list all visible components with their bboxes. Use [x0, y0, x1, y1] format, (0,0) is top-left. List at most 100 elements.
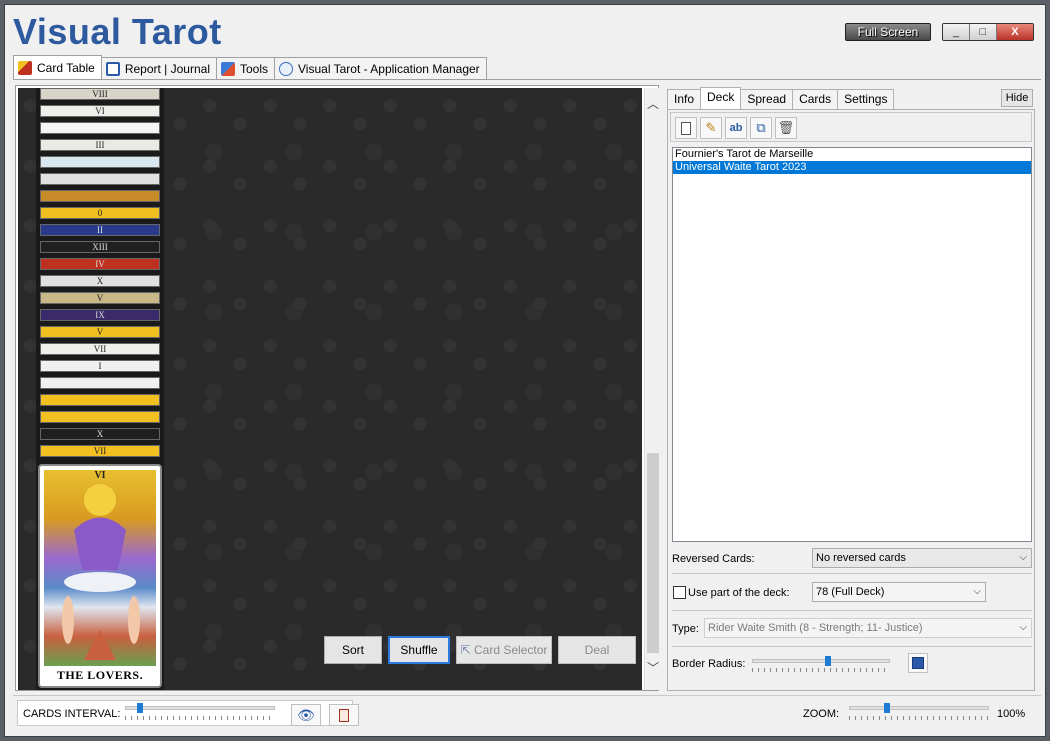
- slider-ticks: [752, 668, 890, 672]
- right-panel: Info Deck Spread Cards Settings Hide ✎ a…: [663, 83, 1041, 695]
- deck-item[interactable]: Fournier's Tarot de Marseille: [673, 148, 1031, 161]
- copy-deck-icon: ⧉: [756, 120, 766, 135]
- deck-card-strip[interactable]: VII: [40, 445, 160, 457]
- zoom-slider[interactable]: [849, 706, 989, 710]
- tab-label: Tools: [240, 61, 269, 76]
- divider: [672, 646, 1032, 647]
- tab-card-table[interactable]: Card Table: [13, 55, 102, 79]
- tab-label: Card Table: [37, 60, 95, 75]
- deck-card-strip[interactable]: [40, 394, 160, 406]
- deck-card-strip[interactable]: IX: [40, 309, 160, 321]
- card-caption: THE LOVERS.: [56, 668, 144, 682]
- cards-interval-thumb[interactable]: [137, 703, 143, 713]
- chevron-down-icon: ⌵: [1019, 552, 1027, 563]
- reversed-cards-select[interactable]: No reversed cards ⌵: [812, 548, 1032, 568]
- deck-card-strip[interactable]: X: [40, 275, 160, 287]
- card-table[interactable]: VII X I VII V IX V X IV XIII II 0 III VI VIII VI THE L…: [15, 85, 660, 691]
- use-part-checkbox[interactable]: [673, 586, 686, 599]
- minimize-button[interactable]: _: [943, 24, 970, 40]
- slider-ticks: [125, 716, 275, 720]
- scroll-thumb[interactable]: [647, 453, 659, 653]
- divider: [672, 610, 1032, 611]
- deck-part-select[interactable]: 78 (Full Deck) ⌵: [812, 582, 986, 602]
- shuffle-button[interactable]: Shuffle: [388, 636, 450, 664]
- tab-label: Report | Journal: [124, 61, 210, 76]
- sort-button[interactable]: Sort: [324, 636, 382, 664]
- wand-icon: [18, 60, 32, 75]
- view-button[interactable]: 👁: [291, 704, 321, 726]
- delete-deck-button[interactable]: 🗑: [775, 117, 797, 139]
- new-deck-icon: [681, 121, 691, 135]
- border-radius-slider[interactable]: [752, 659, 890, 663]
- tab-deck[interactable]: Deck: [700, 87, 742, 109]
- new-deck-button[interactable]: [675, 117, 697, 139]
- zoom-label: ZOOM:: [803, 708, 840, 720]
- deck-card-strip[interactable]: IV: [40, 258, 160, 270]
- card-view-button[interactable]: [329, 704, 359, 726]
- status-bar: CARDS INTERVAL: 👁 ZOOM: 100%: [13, 695, 1041, 731]
- edit-deck-button[interactable]: ✎: [700, 117, 722, 139]
- border-radius-thumb[interactable]: [824, 656, 831, 666]
- scroll-down-icon[interactable]: ﹀: [645, 660, 661, 676]
- eye-icon: 👁: [297, 706, 315, 723]
- deck-stack[interactable]: VII X I VII V IX V X IV XIII II 0 III VI VIII VI THE L…: [36, 88, 164, 690]
- lovers-artwork: VI: [44, 470, 156, 666]
- deck-card-strip[interactable]: [40, 377, 160, 389]
- deck-card-strip[interactable]: [40, 122, 160, 134]
- zoom-value: 100%: [997, 708, 1026, 720]
- deck-card-strip[interactable]: [40, 156, 160, 168]
- deck-card-strip[interactable]: [40, 173, 160, 185]
- save-icon: [912, 657, 924, 669]
- close-button[interactable]: X: [996, 24, 1033, 40]
- copy-deck-button[interactable]: ⧉: [750, 117, 772, 139]
- tab-info[interactable]: Info: [667, 89, 702, 109]
- card-selector-label: Card Selector: [474, 643, 548, 657]
- tab-cards[interactable]: Cards: [792, 89, 839, 109]
- fullscreen-button[interactable]: Full Screen: [845, 23, 931, 41]
- hide-button[interactable]: Hide: [1001, 89, 1033, 107]
- cards-interval-slider[interactable]: [125, 706, 275, 710]
- tab-report-journal[interactable]: Report | Journal: [100, 57, 217, 79]
- rename-deck-button[interactable]: ab: [725, 117, 747, 139]
- type-select[interactable]: Rider Waite Smith (8 - Strength; 11- Jus…: [704, 618, 1032, 638]
- main-tabs: Card Table Report | Journal Tools Visual…: [13, 55, 487, 79]
- deck-card-strip[interactable]: I: [40, 360, 160, 372]
- deal-button[interactable]: Deal: [558, 636, 636, 664]
- deck-item-selected[interactable]: Universal Waite Tarot 2023: [673, 161, 1031, 174]
- deck-card-strip[interactable]: II: [40, 224, 160, 236]
- deck-card-strip[interactable]: VI: [40, 105, 160, 117]
- deck-card-strip[interactable]: 0: [40, 207, 160, 219]
- deck-card-strip[interactable]: III: [40, 139, 160, 151]
- deck-card-strip[interactable]: XIII: [40, 241, 160, 253]
- maximize-button[interactable]: □: [969, 24, 997, 40]
- tab-application-manager[interactable]: Visual Tarot - Application Manager: [274, 57, 487, 79]
- deck-list[interactable]: Fournier's Tarot de Marseille Universal …: [672, 147, 1032, 542]
- report-icon: [105, 61, 120, 76]
- zoom-thumb[interactable]: [883, 703, 890, 713]
- card-selector-button[interactable]: ⇱ Card Selector: [456, 636, 552, 664]
- deck-toolbar: ✎ ab ⧉ 🗑: [670, 112, 1032, 142]
- tab-spread[interactable]: Spread: [740, 89, 794, 109]
- scroll-up-icon[interactable]: ︿: [645, 96, 661, 112]
- reversed-cards-label: Reversed Cards:: [672, 553, 755, 565]
- deck-card-strip[interactable]: VIII: [40, 88, 160, 100]
- table-scrollbar[interactable]: ︿ ﹀: [644, 88, 660, 690]
- deck-card-strip[interactable]: V: [40, 326, 160, 338]
- lovers-figures: [62, 484, 140, 660]
- tab-tools[interactable]: Tools: [216, 57, 276, 79]
- save-button[interactable]: [908, 653, 928, 673]
- tools-icon: [221, 61, 235, 76]
- tab-settings[interactable]: Settings: [837, 89, 895, 109]
- panel-tabs: Info Deck Spread Cards Settings: [667, 87, 895, 109]
- chevron-down-icon: ⌵: [1019, 622, 1027, 633]
- deck-card-strip[interactable]: [40, 411, 160, 423]
- deck-card-strip[interactable]: VII: [40, 343, 160, 355]
- deck-card-strip[interactable]: V: [40, 292, 160, 304]
- type-value: Rider Waite Smith (8 - Strength; 11- Jus…: [708, 622, 923, 634]
- reversed-cards-value: No reversed cards: [816, 552, 906, 564]
- card-the-lovers[interactable]: VI THE LOVERS.: [38, 464, 162, 688]
- deck-card-strip[interactable]: [40, 190, 160, 202]
- cursor-icon: ⇱: [460, 643, 474, 657]
- deck-part-value: 78 (Full Deck): [816, 586, 885, 598]
- deck-card-strip[interactable]: X: [40, 428, 160, 440]
